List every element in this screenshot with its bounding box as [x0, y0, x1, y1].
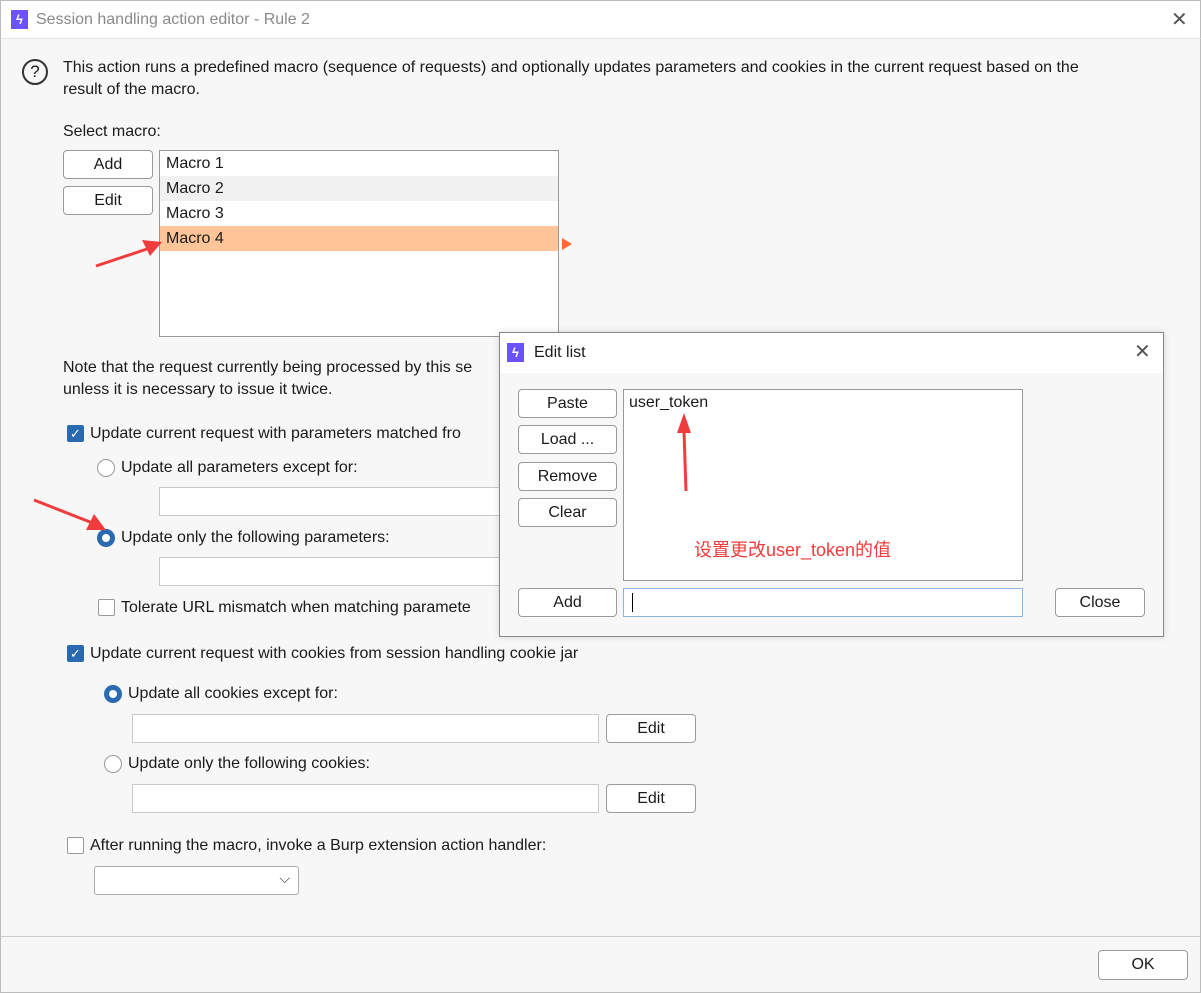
add-macro-button[interactable]: Add: [63, 150, 153, 179]
cookies-only-label: Update only the following cookies:: [128, 755, 370, 772]
cookies-only-field[interactable]: [132, 784, 599, 813]
macro-item[interactable]: Macro 1: [160, 151, 558, 176]
add-item-input[interactable]: [623, 588, 1023, 617]
update-params-label: Update current request with parameters m…: [90, 425, 461, 442]
tolerate-url-checkbox[interactable]: [98, 599, 115, 616]
intro-line-2: result of the macro.: [63, 81, 200, 98]
paste-button[interactable]: Paste: [518, 389, 617, 418]
note-line-2: unless it is necessary to issue it twice…: [63, 381, 333, 398]
window-title: Session handling action editor - Rule 2: [36, 11, 310, 28]
close-icon[interactable]: ✕: [1171, 7, 1188, 32]
intro-line-1: This action runs a predefined macro (seq…: [63, 59, 1079, 76]
close-icon[interactable]: ✕: [1134, 339, 1151, 364]
edit-list-dialog: ϟ Edit list ✕ Paste Load ... Remove Clea…: [499, 332, 1164, 637]
note-line-1: Note that the request currently being pr…: [63, 359, 473, 376]
burp-lightning-icon: ϟ: [11, 10, 28, 29]
cookies-except-field[interactable]: [132, 714, 599, 743]
edit-macro-button[interactable]: Edit: [63, 186, 153, 215]
chevron-down-icon: ⌵: [279, 870, 290, 886]
params-all-label: Update all parameters except for:: [121, 459, 358, 476]
params-except-field[interactable]: [159, 487, 504, 516]
cookies-all-label: Update all cookies except for:: [128, 685, 338, 702]
edit-list-title: Edit list: [534, 344, 586, 361]
params-only-label: Update only the following parameters:: [121, 529, 390, 546]
update-params-checkbox[interactable]: ✓: [67, 425, 84, 442]
add-item-button[interactable]: Add: [518, 588, 617, 617]
scroll-marker-icon: [562, 238, 572, 250]
help-icon[interactable]: ?: [22, 59, 48, 85]
footer-divider: [1, 936, 1200, 937]
macro-item[interactable]: Macro 2: [160, 176, 558, 201]
extension-handler-select[interactable]: ⌵: [94, 866, 299, 895]
annotation-arrow-icon: [33, 498, 106, 530]
annotation-arrow-icon: [95, 240, 162, 268]
cookies-all-radio[interactable]: [104, 685, 122, 703]
params-all-radio[interactable]: [97, 459, 115, 477]
cookies-only-edit-button[interactable]: Edit: [606, 784, 696, 813]
macro-item-selected[interactable]: Macro 4: [160, 226, 558, 251]
update-cookies-label: Update current request with cookies from…: [90, 645, 579, 662]
macro-item[interactable]: Macro 3: [160, 201, 558, 226]
clear-button[interactable]: Clear: [518, 498, 617, 527]
update-cookies-checkbox[interactable]: ✓: [67, 645, 84, 662]
extension-handler-checkbox[interactable]: [67, 837, 84, 854]
close-button[interactable]: Close: [1055, 588, 1145, 617]
remove-button[interactable]: Remove: [518, 462, 617, 491]
select-macro-label: Select macro:: [63, 123, 161, 140]
burp-lightning-icon: ϟ: [507, 343, 524, 362]
macro-list[interactable]: Macro 1 Macro 2 Macro 3 Macro 4: [159, 150, 559, 337]
annotation-text: 设置更改user_token的值: [694, 540, 892, 560]
load-button[interactable]: Load ...: [518, 425, 617, 454]
title-bar: ϟ Session handling action editor - Rule …: [0, 0, 1201, 38]
params-only-field[interactable]: [159, 557, 504, 586]
extension-handler-label: After running the macro, invoke a Burp e…: [90, 837, 547, 854]
tolerate-url-label: Tolerate URL mismatch when matching para…: [121, 599, 471, 616]
cookies-except-edit-button[interactable]: Edit: [606, 714, 696, 743]
edit-list-title-bar: ϟ Edit list ✕: [500, 333, 1163, 373]
ok-button[interactable]: OK: [1098, 950, 1188, 980]
cookies-only-radio[interactable]: [104, 755, 122, 773]
annotation-arrow-icon: [677, 413, 691, 492]
